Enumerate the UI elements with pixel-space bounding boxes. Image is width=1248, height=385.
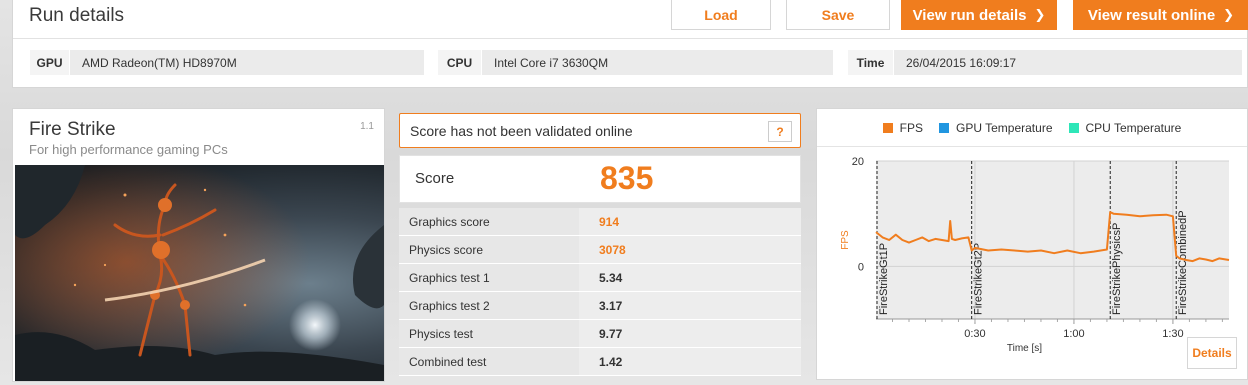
row-label: Graphics test 2	[399, 292, 579, 319]
row-value: 5.34	[599, 270, 623, 285]
score-row-graphics-test-2: Graphics test 2 3.17	[399, 292, 801, 320]
x-tick-label: 0:30	[964, 328, 985, 340]
score-row-physics-test: Physics test 9.77	[399, 320, 801, 348]
row-label: Physics score	[399, 236, 579, 263]
test-version: 1.1	[360, 121, 374, 132]
row-value: 3.17	[599, 298, 623, 313]
y-axis-title: FPS	[840, 230, 851, 250]
time-label: Time	[848, 50, 894, 75]
row-label: Graphics score	[399, 208, 579, 235]
legend-item-cpu-temperature[interactable]: CPU Temperature	[1068, 119, 1182, 137]
run-details-title: Run details	[29, 5, 125, 26]
legend-divider	[817, 146, 1247, 147]
test-card: Fire Strike For high performance gaming …	[12, 108, 385, 382]
score-row-graphics-score: Graphics score 914	[399, 208, 801, 236]
gpu-value: AMD Radeon(TM) HD8970M	[82, 55, 237, 70]
score-row-combined-test: Combined test 1.42	[399, 348, 801, 376]
legend-label-fps: FPS	[899, 121, 923, 135]
phase-marker-label: FireStrikeCombinedP	[1177, 210, 1189, 315]
monitoring-chart-panel: FPS GPU Temperature CPU Temperature 20 0 0…	[816, 108, 1248, 380]
fps-chart: 20 0 0:30 1:00 1:30 FPS Time [s] FireStrikeGt1P…	[840, 156, 1230, 354]
details-button[interactable]: Details	[1187, 337, 1237, 369]
row-value: 1.42	[599, 354, 623, 369]
fire-strike-artwork-image	[15, 165, 384, 381]
legend-label-gpu-temperature: GPU Temperature	[956, 121, 1053, 135]
fire-strike-artwork	[15, 165, 384, 381]
test-name: Fire Strike	[29, 119, 116, 140]
phase-marker-label: FireStrikeGt1P	[878, 243, 890, 315]
help-button[interactable]: ?	[768, 121, 792, 142]
score-row-physics-score: Physics score 3078	[399, 236, 801, 264]
y-tick-label: 20	[852, 156, 864, 168]
legend-swatch-fps	[882, 123, 893, 133]
cpu-value: Intel Core i7 3630QM	[494, 55, 609, 70]
phase-marker-label: FireStrikePhysicsP	[1111, 223, 1123, 315]
view-run-details-button[interactable]: View run details ❯	[901, 0, 1057, 30]
chart-legend: FPS GPU Temperature CPU Temperature	[817, 119, 1247, 137]
run-details-panel: Run details Load Save View run details ❯…	[12, 0, 1248, 88]
view-run-details-label: View run details	[912, 6, 1027, 24]
test-subtitle: For high performance gaming PCs	[29, 142, 228, 157]
cpu-label: CPU	[438, 50, 482, 75]
legend-swatch-gpu-temperature	[939, 123, 949, 133]
validation-warning: Score has not been validated online ?	[399, 113, 801, 148]
save-button[interactable]: Save	[786, 0, 890, 30]
score-label: Score	[415, 170, 455, 187]
row-label: Physics test	[399, 320, 579, 347]
load-button[interactable]: Load	[671, 0, 771, 30]
legend-item-fps[interactable]: FPS	[882, 119, 923, 137]
x-tick-label: 1:00	[1063, 328, 1084, 340]
divider	[13, 38, 1247, 39]
score-breakdown: Graphics score 914 Physics score 3078 Gr…	[399, 208, 801, 376]
x-axis-title: Time [s]	[1007, 343, 1042, 354]
chevron-right-icon: ❯	[1223, 7, 1235, 22]
validation-warning-text: Score has not been validated online	[410, 123, 633, 139]
score-row-graphics-test-1: Graphics test 1 5.34	[399, 264, 801, 292]
cpu-info: CPU Intel Core i7 3630QM	[438, 50, 833, 75]
row-label: Graphics test 1	[399, 264, 579, 291]
row-value: 3078	[599, 242, 626, 257]
chevron-right-icon: ❯	[1034, 7, 1046, 22]
row-value: 914	[599, 214, 620, 229]
row-value: 9.77	[599, 326, 623, 341]
time-info: Time 26/04/2015 16:09:17	[848, 50, 1242, 75]
x-tick-label: 1:30	[1162, 328, 1183, 340]
row-label: Combined test	[399, 348, 579, 375]
overall-score: Score 835	[399, 155, 801, 203]
view-result-online-label: View result online	[1087, 6, 1216, 24]
legend-swatch-cpu-temperature	[1068, 123, 1079, 133]
y-tick-label: 0	[858, 261, 864, 273]
phase-marker-label: FireStrikeGt2P	[973, 243, 985, 315]
gpu-info: GPU AMD Radeon(TM) HD8970M	[30, 50, 424, 75]
score-value: 835	[600, 160, 654, 196]
gpu-label: GPU	[30, 50, 70, 75]
legend-item-gpu-temperature[interactable]: GPU Temperature	[939, 119, 1053, 137]
time-value: 26/04/2015 16:09:17	[906, 55, 1017, 70]
view-result-online-button[interactable]: View result online ❯	[1073, 0, 1248, 30]
legend-label-cpu-temperature: CPU Temperature	[1085, 121, 1182, 135]
